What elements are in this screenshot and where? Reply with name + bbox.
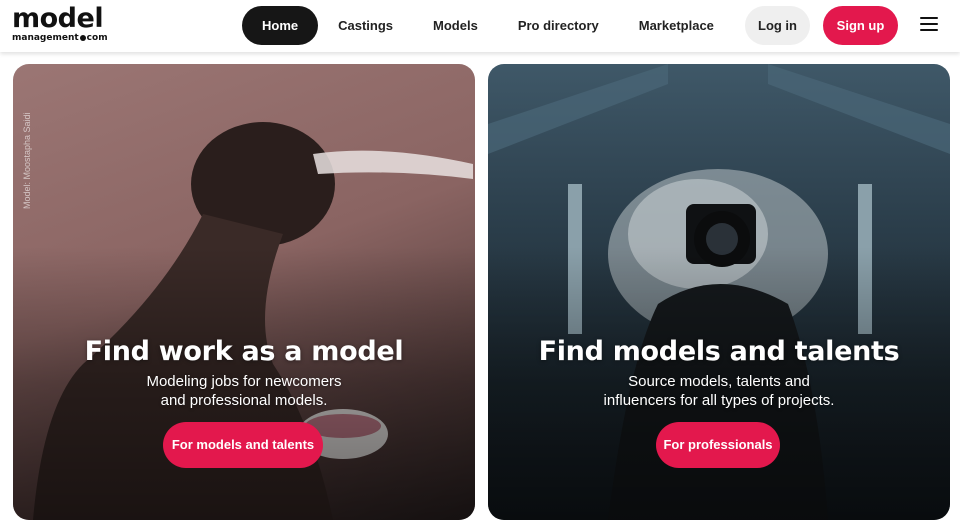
nav-castings[interactable]: Castings — [318, 6, 413, 45]
nav-home[interactable]: Home — [242, 6, 319, 45]
card-subtitle: Source models, talents and influencers f… — [488, 372, 950, 410]
subtitle-line: influencers for all types of projects. — [603, 392, 835, 409]
card-subtitle: Modeling jobs for newcomers and professi… — [13, 372, 475, 410]
main-nav: Home Castings Models Pro directory Marke… — [242, 6, 734, 45]
logo[interactable]: model management com — [12, 4, 108, 43]
nav-marketplace[interactable]: Marketplace — [619, 6, 734, 45]
logo-dot-icon — [79, 35, 86, 41]
subtitle-line: Modeling jobs for newcomers — [146, 373, 342, 390]
hamburger-icon[interactable] — [920, 17, 938, 33]
subtitle-line: and professional models. — [160, 392, 328, 409]
logo-sub-right: com — [86, 33, 108, 43]
signup-button[interactable]: Sign up — [823, 6, 898, 45]
logo-wordmark: model — [12, 3, 104, 34]
logo-sub-left: management — [12, 33, 79, 43]
login-button[interactable]: Log in — [745, 6, 810, 45]
site-header: model management com Home Castings Model… — [0, 0, 960, 52]
subtitle-line: Source models, talents and — [628, 373, 810, 390]
card-title: Find models and talents — [538, 336, 900, 367]
card-title: Find work as a model — [84, 336, 404, 367]
card-models: Model: Moostapha Saidi Find work as a mo… — [13, 64, 475, 520]
photo-credit: Model: Moostapha Saidi — [22, 112, 32, 209]
card-professionals: Find models and talents Source models, t… — [488, 64, 950, 520]
for-professionals-button[interactable]: For professionals — [656, 422, 780, 468]
for-models-button[interactable]: For models and talents — [163, 422, 323, 468]
nav-pro-directory[interactable]: Pro directory — [498, 6, 619, 45]
nav-models[interactable]: Models — [413, 6, 498, 45]
logo-subline: management com — [12, 33, 108, 43]
